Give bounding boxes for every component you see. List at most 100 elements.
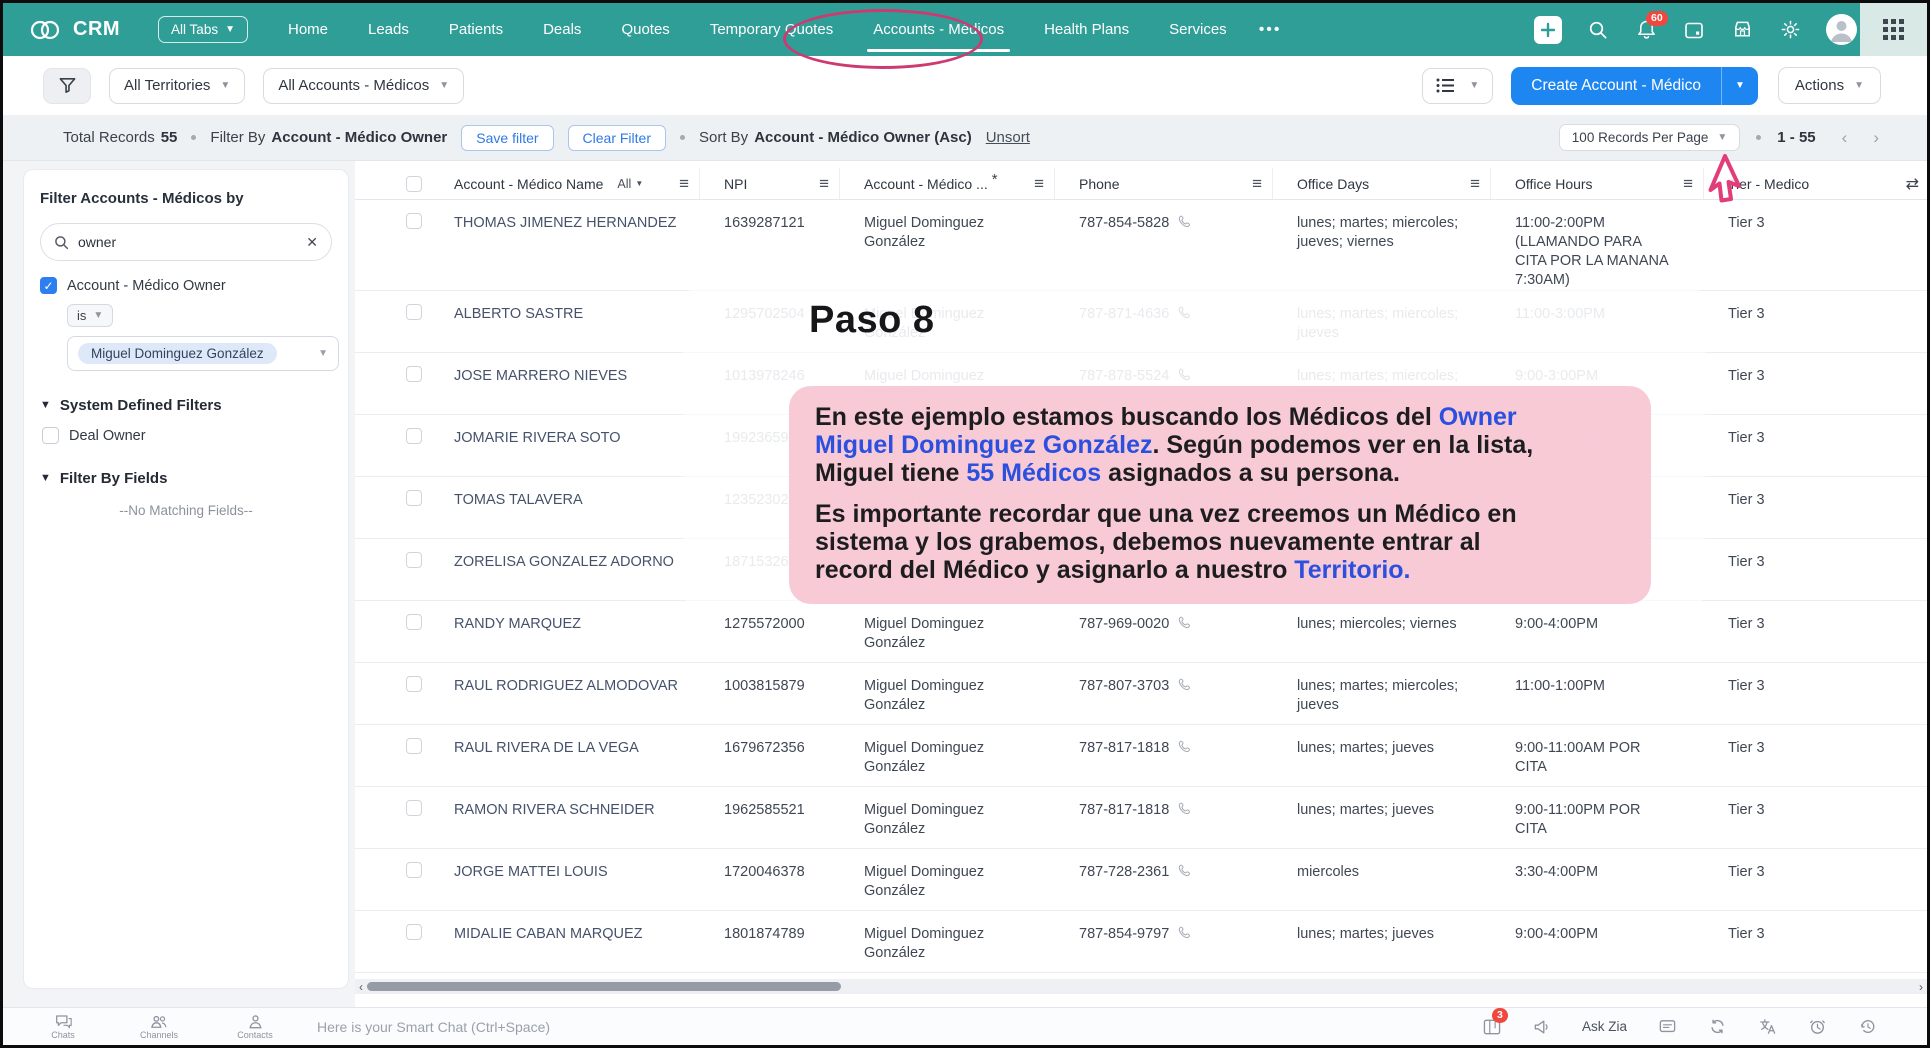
user-avatar[interactable]: [1826, 14, 1857, 45]
row-checkbox[interactable]: [406, 304, 422, 320]
owner-filter-checkbox[interactable]: ✓: [40, 277, 57, 294]
column-header-office-hours[interactable]: Office Hours≡: [1491, 168, 1704, 199]
channels-button[interactable]: Channels: [111, 1014, 207, 1040]
translate-icon[interactable]: [1757, 1017, 1777, 1037]
tab-deals[interactable]: Deals: [543, 3, 581, 56]
cell-name[interactable]: TOMAS TALAVERA: [430, 477, 700, 538]
table-row[interactable]: MIDALIE CABAN MARQUEZ1801874789Miguel Do…: [355, 911, 1927, 973]
row-checkbox[interactable]: [406, 366, 422, 382]
column-menu-icon[interactable]: ≡: [1034, 174, 1044, 194]
row-checkbox[interactable]: [406, 213, 422, 229]
calendar-icon[interactable]: [1682, 18, 1706, 42]
tab-health-plans[interactable]: Health Plans: [1044, 3, 1129, 56]
unsort-link[interactable]: Unsort: [986, 129, 1030, 146]
all-tabs-dropdown[interactable]: All Tabs▼: [158, 16, 248, 43]
records-per-page-dropdown[interactable]: 100 Records Per Page▼: [1559, 124, 1741, 151]
phone-icon[interactable]: [1177, 801, 1193, 817]
system-defined-filters-section[interactable]: ▼System Defined Filters: [40, 397, 332, 414]
row-checkbox[interactable]: [406, 490, 422, 506]
phone-icon[interactable]: [1177, 367, 1193, 383]
tab-quotes[interactable]: Quotes: [621, 3, 669, 56]
column-menu-icon[interactable]: ≡: [1683, 174, 1693, 194]
announcement-icon[interactable]: [1532, 1017, 1552, 1037]
create-account-medico-button[interactable]: Create Account - Médico ▼: [1511, 67, 1758, 105]
row-checkbox[interactable]: [406, 552, 422, 568]
search-icon[interactable]: [1586, 18, 1610, 42]
cell-name[interactable]: ALBERTO SASTRE: [430, 291, 700, 352]
phone-icon[interactable]: [1177, 429, 1193, 445]
reminder-clock-icon[interactable]: [1807, 1017, 1827, 1037]
ask-zia-button[interactable]: Ask Zia: [1582, 1019, 1627, 1034]
column-header-phone[interactable]: Phone≡: [1055, 168, 1273, 199]
row-checkbox[interactable]: [406, 676, 422, 692]
sidebar-search-input[interactable]: [78, 234, 297, 250]
column-filter-all[interactable]: All▼: [617, 177, 643, 191]
clear-search-icon[interactable]: ✕: [306, 234, 318, 251]
tab-leads[interactable]: Leads: [368, 3, 409, 56]
tab-accounts-m-dicos[interactable]: Accounts - Médicos: [873, 3, 1004, 56]
tab-temporary-quotes[interactable]: Temporary Quotes: [710, 3, 833, 56]
row-checkbox[interactable]: [406, 614, 422, 630]
row-checkbox[interactable]: [406, 738, 422, 754]
cell-name[interactable]: JORGE MATTEI LOUIS: [430, 849, 700, 910]
actions-button[interactable]: Actions▼: [1778, 67, 1881, 104]
tab-services[interactable]: Services: [1169, 3, 1227, 56]
clear-filter-button[interactable]: Clear Filter: [568, 125, 666, 151]
column-menu-icon[interactable]: ≡: [819, 174, 829, 194]
column-header-npi[interactable]: NPI≡: [700, 168, 840, 199]
scrollbar-thumb[interactable]: [367, 982, 841, 991]
history-icon[interactable]: [1857, 1017, 1877, 1037]
more-tabs-button[interactable]: •••: [1259, 21, 1282, 39]
table-row[interactable]: JOMARIE RIVERA SOTO1992365936Miguel Domi…: [355, 415, 1927, 477]
create-split-caret[interactable]: ▼: [1721, 67, 1758, 105]
phone-icon[interactable]: [1177, 305, 1193, 321]
tab-home[interactable]: Home: [288, 3, 328, 56]
quick-create-button[interactable]: [1534, 16, 1562, 44]
contacts-button[interactable]: Contacts: [207, 1014, 303, 1040]
cell-name[interactable]: RAUL RODRIGUEZ ALMODOVAR: [430, 663, 700, 724]
cell-name[interactable]: JOMARIE RIVERA SOTO: [430, 415, 700, 476]
column-header-office-days[interactable]: Office Days≡: [1273, 168, 1491, 199]
settings-gear-icon[interactable]: [1778, 18, 1802, 42]
cell-name[interactable]: RAUL RIVERA DE LA VEGA: [430, 725, 700, 786]
column-menu-icon[interactable]: ≡: [1252, 174, 1262, 194]
notifications-bell-icon[interactable]: 60: [1634, 18, 1658, 42]
save-filter-button[interactable]: Save filter: [461, 125, 553, 151]
column-header-owner[interactable]: Account - Médico ...*≡: [840, 168, 1055, 199]
row-checkbox[interactable]: [406, 428, 422, 444]
horizontal-scrollbar[interactable]: ‹ ›: [355, 979, 1927, 994]
cell-name[interactable]: RANDY MARQUEZ: [430, 601, 700, 662]
table-row[interactable]: THOMAS JIMENEZ HERNANDEZ1639287121Miguel…: [355, 200, 1927, 291]
column-menu-icon[interactable]: ≡: [679, 174, 689, 194]
table-row[interactable]: ZORELISA GONZALEZ ADORNO1871532606Miguel…: [355, 539, 1927, 601]
table-row[interactable]: TOMAS TALAVERA1235230277Miguel Dominguez…: [355, 477, 1927, 539]
row-checkbox[interactable]: [406, 924, 422, 940]
deal-owner-checkbox[interactable]: [42, 427, 59, 444]
list-view-dropdown[interactable]: All Accounts - Médicos▼: [263, 68, 464, 104]
row-checkbox[interactable]: [406, 800, 422, 816]
sidebar-search[interactable]: ✕: [40, 223, 332, 261]
table-row[interactable]: JORGE MATTEI LOUIS1720046378Miguel Domin…: [355, 849, 1927, 911]
marketplace-icon[interactable]: [1730, 18, 1754, 42]
table-row[interactable]: JOSE MARRERO NIEVES1013978246Miguel Domi…: [355, 353, 1927, 415]
phone-icon[interactable]: [1177, 553, 1193, 569]
table-row[interactable]: ALBERTO SASTRE1295702504Miguel Dominguez…: [355, 291, 1927, 353]
cell-name[interactable]: RAMON RIVERA SCHNEIDER: [430, 787, 700, 848]
cell-name[interactable]: JOSE MARRERO NIEVES: [430, 353, 700, 414]
next-page-button[interactable]: ›: [1873, 128, 1879, 148]
scroll-left-icon[interactable]: ‹: [359, 979, 363, 994]
territories-dropdown[interactable]: All Territories▼: [109, 68, 245, 104]
manage-columns-icon[interactable]: ⇄: [1906, 174, 1919, 194]
phone-icon[interactable]: [1177, 925, 1193, 941]
row-checkbox[interactable]: [406, 862, 422, 878]
scroll-right-icon[interactable]: ›: [1919, 979, 1923, 994]
phone-icon[interactable]: [1177, 615, 1193, 631]
select-all-checkbox[interactable]: [406, 176, 422, 192]
table-row[interactable]: RAUL RODRIGUEZ ALMODOVAR1003815879Miguel…: [355, 663, 1927, 725]
smart-chat-prompt[interactable]: Here is your Smart Chat (Ctrl+Space): [317, 1019, 550, 1035]
owner-value-dropdown[interactable]: Miguel Dominguez González ▼: [67, 336, 339, 371]
activities-board-icon[interactable]: 3: [1482, 1017, 1502, 1037]
table-row[interactable]: RAMON RIVERA SCHNEIDER1962585521Miguel D…: [355, 787, 1927, 849]
view-style-button[interactable]: ▼: [1422, 68, 1493, 104]
feedback-icon[interactable]: [1657, 1017, 1677, 1037]
